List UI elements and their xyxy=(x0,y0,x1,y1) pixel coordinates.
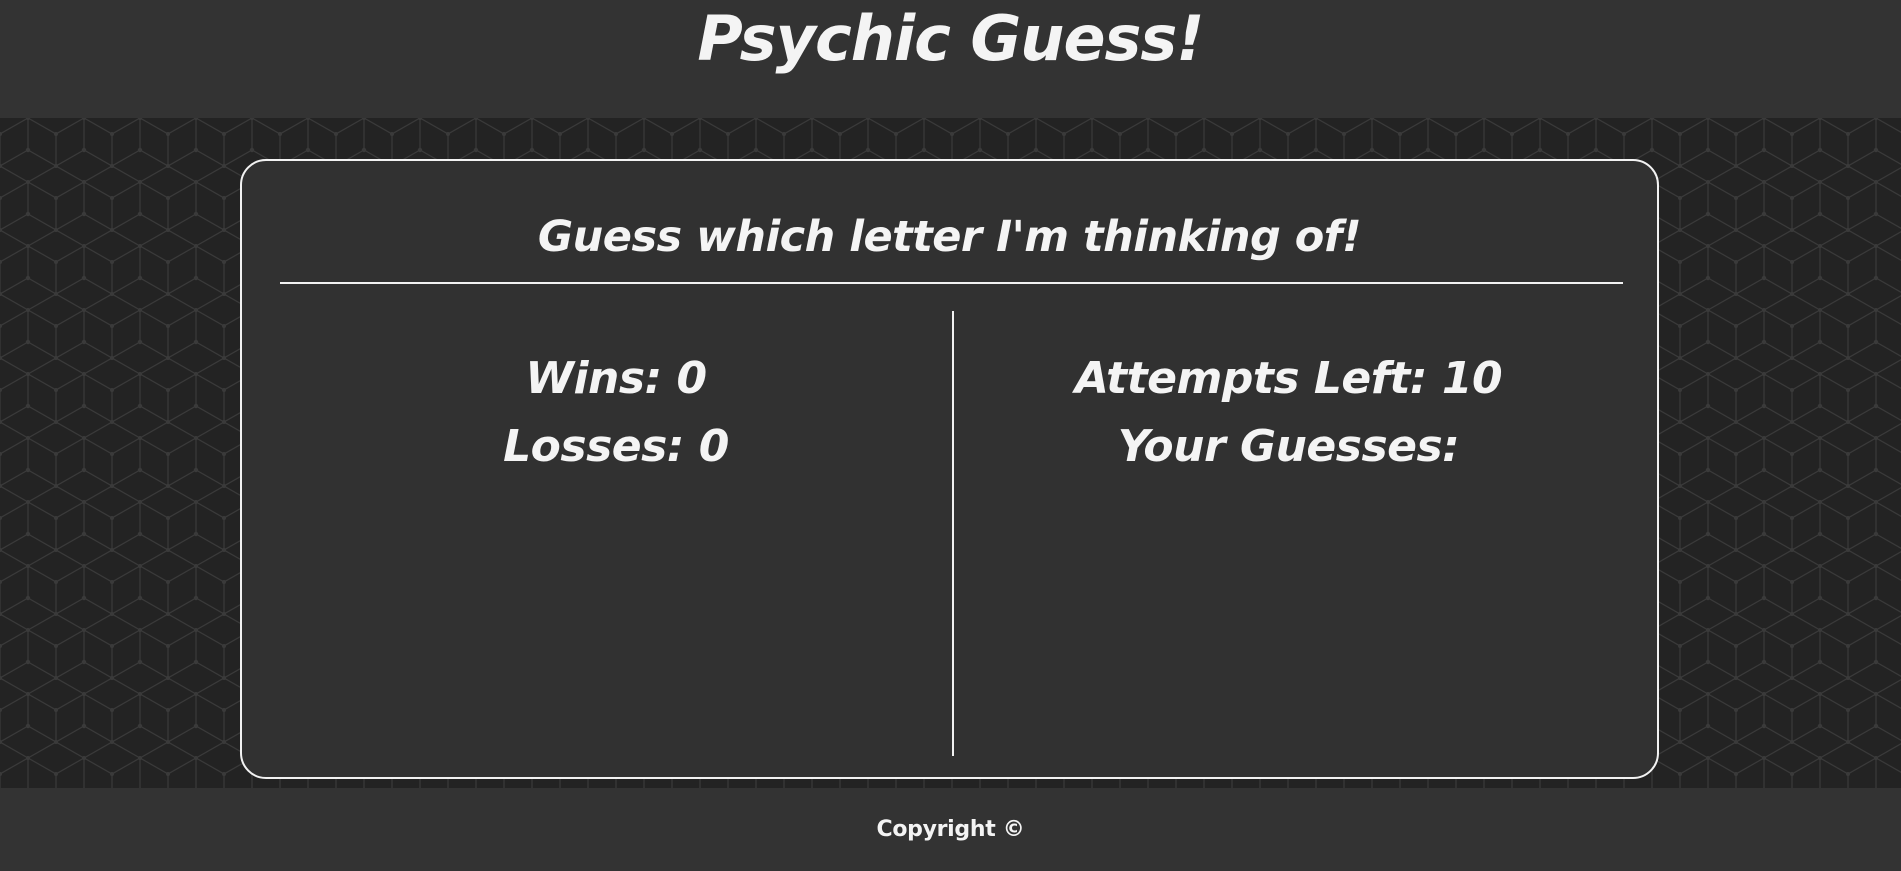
page: Psychic Guess! Guess which letter I'm th… xyxy=(0,0,1901,871)
attempts-label: Attempts Left: xyxy=(1074,353,1428,404)
heading-divider xyxy=(280,282,1623,284)
score-column: Wins: 0 Losses: 0 xyxy=(280,345,952,481)
game-panel: Guess which letter I'm thinking of! Wins… xyxy=(240,159,1659,779)
losses-stat: Losses: 0 xyxy=(280,413,952,481)
wins-value: 0 xyxy=(676,353,707,404)
wins-stat: Wins: 0 xyxy=(280,345,952,413)
guesses-label: Your Guesses: xyxy=(1117,421,1460,472)
attempts-value: 10 xyxy=(1441,353,1503,404)
losses-label: Losses: xyxy=(503,421,684,472)
site-header: Psychic Guess! xyxy=(0,0,1901,119)
copyright-text: Copyright © xyxy=(876,817,1025,842)
attempts-stat: Attempts Left: 10 xyxy=(954,345,1623,413)
losses-value: 0 xyxy=(698,421,730,472)
page-title: Psychic Guess! xyxy=(697,2,1204,75)
game-prompt: Guess which letter I'm thinking of! xyxy=(537,212,1362,262)
wins-label: Wins: xyxy=(525,353,662,404)
guesses-stat: Your Guesses: xyxy=(954,413,1623,481)
attempts-column: Attempts Left: 10 Your Guesses: xyxy=(954,345,1623,481)
site-footer: Copyright © xyxy=(0,788,1901,871)
